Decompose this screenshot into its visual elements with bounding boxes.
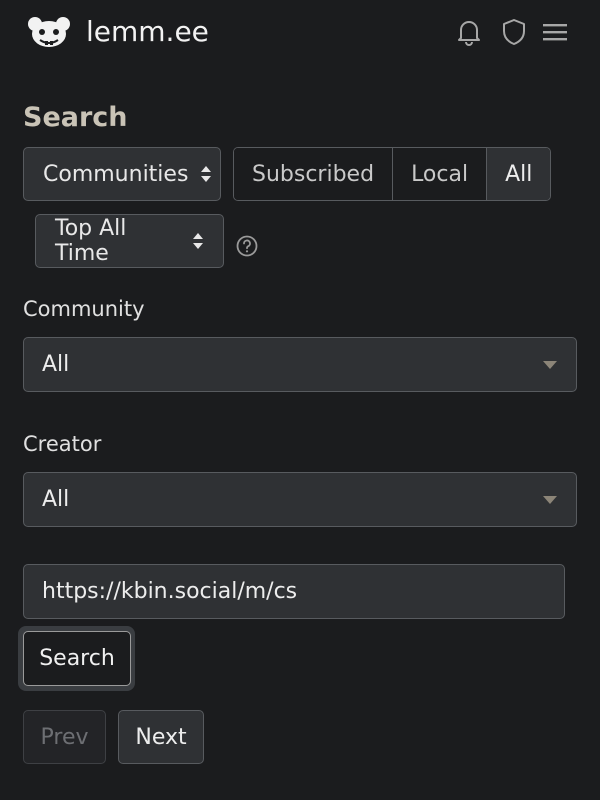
prev-page-button[interactable]: Prev bbox=[23, 710, 106, 764]
sort-value: Top All Time bbox=[55, 216, 127, 266]
search-type-select[interactable]: Communities bbox=[23, 147, 221, 201]
community-label: Community bbox=[23, 297, 145, 321]
lemmy-logo-icon[interactable] bbox=[26, 14, 72, 50]
sort-arrows-icon bbox=[200, 164, 212, 184]
chevron-down-icon bbox=[543, 361, 557, 369]
creator-select-value: All bbox=[42, 487, 70, 512]
sort-arrows-icon bbox=[192, 231, 204, 251]
listing-type-group: Subscribed Local All bbox=[233, 147, 552, 201]
search-input[interactable] bbox=[23, 564, 565, 619]
community-select-value: All bbox=[42, 352, 70, 377]
listing-all-button[interactable]: All bbox=[487, 148, 551, 200]
next-page-button[interactable]: Next bbox=[118, 710, 204, 764]
site-name-link[interactable]: lemm.ee bbox=[86, 14, 209, 50]
shield-icon[interactable] bbox=[500, 18, 528, 46]
listing-subscribed-button[interactable]: Subscribed bbox=[234, 148, 394, 200]
bell-icon[interactable] bbox=[455, 18, 483, 46]
community-select[interactable]: All bbox=[23, 337, 577, 392]
listing-local-button[interactable]: Local bbox=[393, 148, 488, 200]
menu-icon[interactable] bbox=[541, 18, 569, 46]
page-title: Search bbox=[23, 102, 128, 133]
sort-select[interactable]: Top All Time bbox=[35, 214, 224, 268]
help-icon[interactable] bbox=[236, 235, 258, 257]
creator-select[interactable]: All bbox=[23, 472, 577, 527]
search-button[interactable]: Search bbox=[23, 631, 131, 686]
creator-label: Creator bbox=[23, 432, 102, 456]
search-type-value: Communities bbox=[43, 161, 189, 187]
chevron-down-icon bbox=[543, 496, 557, 504]
top-navbar: lemm.ee bbox=[0, 0, 600, 66]
